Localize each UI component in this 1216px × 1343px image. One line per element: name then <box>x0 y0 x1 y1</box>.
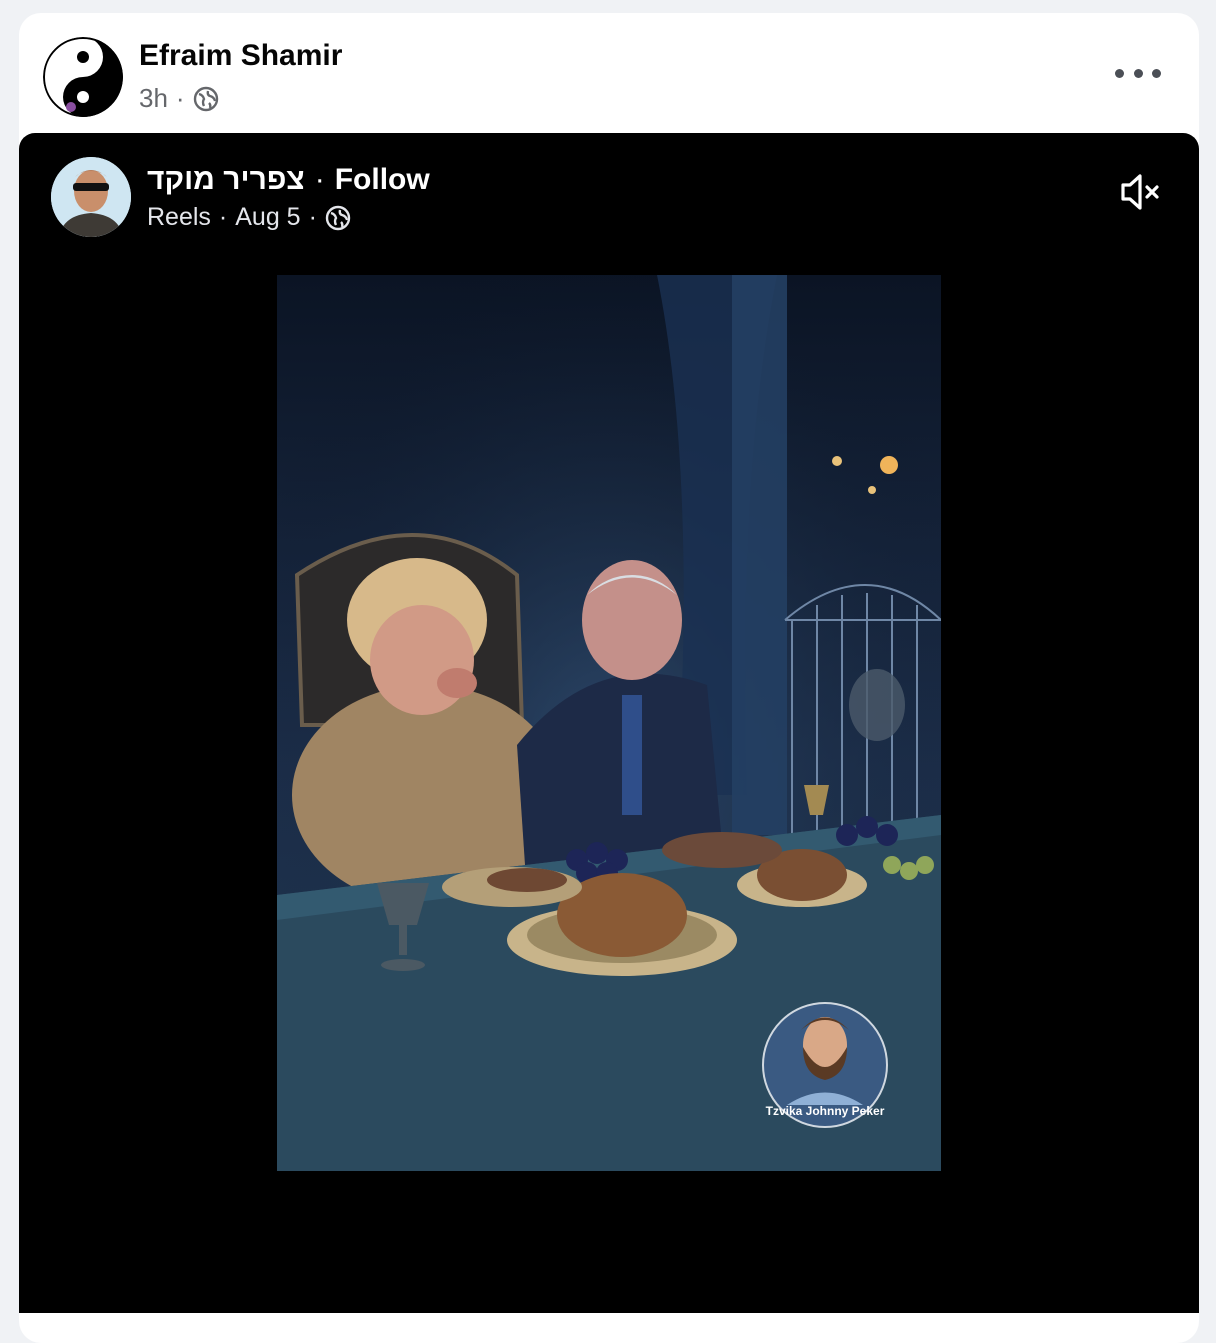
title-separator: · <box>314 163 325 196</box>
yin-yang-icon <box>43 37 123 117</box>
profile-photo-icon <box>51 157 131 237</box>
more-options-icon <box>1115 68 1124 78</box>
globe-icon[interactable] <box>325 205 351 231</box>
author-avatar[interactable] <box>43 37 123 117</box>
reel-title: צפריר מוקד · Follow <box>147 163 430 197</box>
meta-separator: · <box>308 203 317 231</box>
dinner-scene-image: Tzvika Johnny Peker <box>277 275 941 1171</box>
reel-video[interactable]: צפריר מוקד · Follow Reels · Aug 5 · Tzvi… <box>19 133 1199 1313</box>
follow-button[interactable]: Follow <box>335 163 430 197</box>
more-options-button[interactable] <box>1115 59 1161 87</box>
more-dot <box>1133 68 1143 78</box>
post-time[interactable]: 3h <box>139 83 168 114</box>
globe-icon[interactable] <box>193 86 219 112</box>
post-card: Efraim Shamir 3h · צפריר מוקד · Follow R… <box>19 13 1199 1343</box>
meta-separator: · <box>218 203 228 231</box>
author-name[interactable]: Efraim Shamir <box>139 39 342 73</box>
more-dot <box>1152 68 1161 78</box>
reel-date[interactable]: Aug 5 <box>235 203 300 232</box>
watermark-text: Tzvika Johnny Peker <box>766 1104 885 1118</box>
reel-page-avatar[interactable] <box>51 157 131 237</box>
post-header: Efraim Shamir 3h · <box>19 13 1199 133</box>
meta-separator: · <box>175 83 185 113</box>
mute-button[interactable] <box>1117 169 1163 215</box>
muted-speaker-icon <box>1121 174 1159 210</box>
reel-meta: Reels · Aug 5 · <box>147 203 351 232</box>
reel-frame-image: Tzvika Johnny Peker <box>277 275 941 1171</box>
reel-type[interactable]: Reels <box>147 203 211 232</box>
post-meta: 3h · <box>139 83 219 114</box>
reel-page-name[interactable]: צפריר מוקד <box>147 163 305 197</box>
